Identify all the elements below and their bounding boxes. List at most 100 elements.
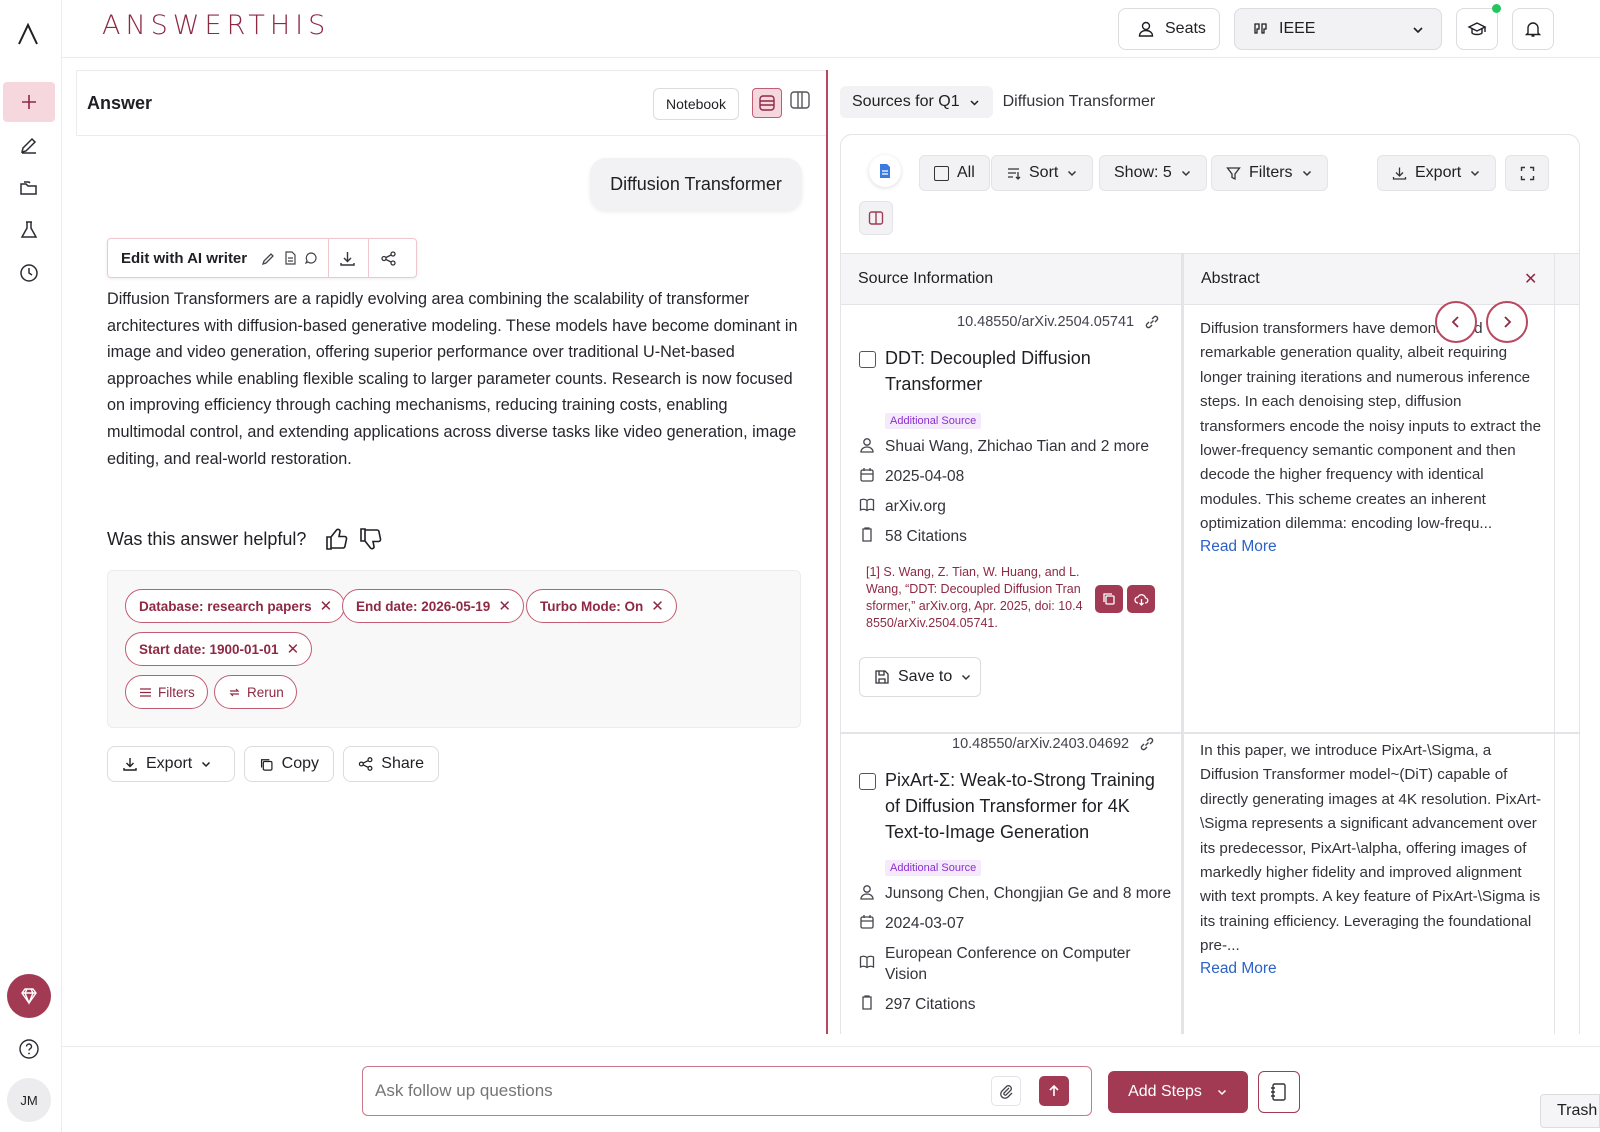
close-icon[interactable]: ✕ bbox=[320, 597, 333, 615]
document-view-button[interactable] bbox=[869, 155, 901, 187]
diamond-icon bbox=[21, 988, 37, 1005]
save-to-button[interactable]: Save to bbox=[859, 657, 981, 697]
source-checkbox[interactable] bbox=[859, 351, 876, 368]
rerun-button[interactable]: Rerun bbox=[214, 675, 297, 709]
library-button[interactable] bbox=[3, 168, 55, 208]
source-date: 2025-04-08 bbox=[859, 466, 964, 487]
export-citation-button[interactable] bbox=[1127, 585, 1155, 613]
close-icon[interactable]: ✕ bbox=[498, 597, 511, 615]
copy-citation-button[interactable] bbox=[1095, 585, 1123, 613]
save-to-label: Save to bbox=[898, 668, 953, 685]
chevron-down-icon bbox=[1068, 170, 1077, 177]
send-button[interactable] bbox=[1039, 1076, 1069, 1106]
document-icon bbox=[880, 164, 890, 178]
academic-button[interactable] bbox=[1456, 4, 1501, 50]
answer-pane-header: Answer Notebook bbox=[76, 70, 826, 136]
close-icon[interactable]: ✕ bbox=[1524, 269, 1537, 289]
sources-question-select[interactable]: Sources for Q1 bbox=[840, 86, 993, 118]
thumbs-down-icon[interactable] bbox=[358, 526, 384, 552]
brand-logo[interactable]: ANSWERTHIS bbox=[102, 10, 330, 41]
pencil-icon bbox=[262, 252, 275, 265]
read-more-link[interactable]: Read More bbox=[1200, 538, 1277, 556]
authors-text: Shuai Wang, Zhichao Tian and 2 more bbox=[885, 438, 1149, 455]
help-button[interactable] bbox=[18, 1038, 40, 1060]
divider bbox=[328, 238, 330, 278]
filter-chip-start-date[interactable]: Start date: 1900-01-01 ✕ bbox=[125, 632, 313, 666]
close-icon[interactable]: ✕ bbox=[651, 597, 664, 615]
source-title[interactable]: PixArt-Σ: Weak-to-Strong Training of Dif… bbox=[885, 767, 1173, 845]
split-layout-button[interactable] bbox=[789, 89, 811, 111]
seats-button[interactable]: Seats bbox=[1118, 8, 1220, 50]
download-icon bbox=[1392, 167, 1407, 180]
chevron-down-icon bbox=[202, 761, 211, 768]
select-all-button[interactable]: All bbox=[919, 155, 990, 191]
previous-button[interactable] bbox=[1435, 301, 1477, 343]
notebook-button[interactable]: Notebook bbox=[653, 88, 739, 120]
attach-button[interactable] bbox=[991, 1076, 1021, 1106]
follow-up-input[interactable] bbox=[375, 1077, 955, 1105]
thumbs-up-icon[interactable] bbox=[324, 526, 350, 552]
new-thread-button[interactable] bbox=[3, 82, 55, 122]
show-count-button[interactable]: Show: 5 bbox=[1099, 155, 1207, 191]
stacked-layout-button[interactable] bbox=[752, 88, 782, 118]
chevron-down-icon bbox=[1413, 27, 1423, 34]
filters-button[interactable]: Filters bbox=[125, 675, 208, 709]
chip-label: Start date: 1900-01-01 bbox=[139, 641, 279, 657]
filter-chip-turbo-mode[interactable]: Turbo Mode: On ✕ bbox=[526, 589, 677, 623]
share-label: Share bbox=[381, 755, 424, 772]
write-button[interactable] bbox=[3, 125, 55, 165]
calendar-icon bbox=[860, 915, 874, 929]
sort-button[interactable]: Sort bbox=[991, 155, 1094, 191]
chevron-left-icon bbox=[1451, 316, 1459, 328]
upgrade-button[interactable] bbox=[7, 974, 51, 1018]
user-icon bbox=[860, 885, 874, 900]
column-toggle-button[interactable] bbox=[859, 201, 893, 235]
edit-with-ai-writer-button[interactable]: Edit with AI writer bbox=[121, 250, 247, 267]
checkbox-icon bbox=[934, 165, 949, 181]
source-export-button[interactable]: Export bbox=[1377, 155, 1497, 191]
next-button[interactable] bbox=[1486, 301, 1528, 343]
source-venue: European Conference on Computer Vision bbox=[859, 943, 1159, 985]
notebook-toggle-button[interactable] bbox=[1258, 1071, 1300, 1113]
cloud-download-icon bbox=[1133, 593, 1148, 606]
abstract-text: Diffusion transformers have demonstrated… bbox=[1200, 320, 1542, 533]
filter-chip-end-date[interactable]: End date: 2026-05-19 ✕ bbox=[342, 589, 524, 623]
export-button[interactable]: Export bbox=[107, 746, 235, 782]
book-icon bbox=[859, 955, 875, 969]
close-icon[interactable]: ✕ bbox=[287, 640, 300, 658]
abstract-text: In this paper, we introduce PixArt-\Sigm… bbox=[1200, 742, 1542, 955]
avatar[interactable]: JM bbox=[7, 1078, 51, 1122]
left-rail: JM bbox=[0, 0, 62, 1132]
add-steps-button[interactable]: Add Steps bbox=[1108, 1071, 1248, 1113]
lab-button[interactable] bbox=[3, 210, 55, 250]
source-checkbox[interactable] bbox=[859, 773, 876, 790]
sources-header: Sources for Q1 Diffusion Transformer bbox=[840, 86, 1155, 118]
history-button[interactable] bbox=[3, 253, 55, 293]
link-icon bbox=[1145, 315, 1159, 329]
chip-label: Database: research papers bbox=[139, 598, 312, 614]
doi-link[interactable]: 10.48550/arXiv.2403.04692 bbox=[952, 736, 1155, 752]
doi-text: 10.48550/arXiv.2403.04692 bbox=[952, 736, 1130, 752]
filter-chip-database[interactable]: Database: research papers ✕ bbox=[125, 589, 346, 623]
date-text: 2025-04-08 bbox=[885, 468, 965, 485]
composer-divider bbox=[62, 1046, 1600, 1047]
source-filters-button[interactable]: Filters bbox=[1211, 155, 1328, 191]
expand-button[interactable] bbox=[1505, 155, 1549, 191]
app-logo-mark[interactable] bbox=[16, 22, 40, 46]
source-authors: Shuai Wang, Zhichao Tian and 2 more bbox=[859, 436, 1149, 457]
read-more-link[interactable]: Read More bbox=[1200, 960, 1277, 978]
doi-link[interactable]: 10.48550/arXiv.2504.05741 bbox=[957, 314, 1160, 330]
bell-icon bbox=[1524, 22, 1542, 37]
sliders-icon bbox=[140, 687, 151, 697]
expand-icon bbox=[1520, 166, 1534, 180]
venue-text: European Conference on Computer Vision bbox=[885, 945, 1131, 983]
citation-style-select[interactable]: IEEE bbox=[1234, 8, 1442, 50]
clock-icon bbox=[20, 264, 38, 282]
folders-icon bbox=[20, 181, 37, 195]
chip-label: Turbo Mode: On bbox=[540, 598, 644, 614]
source-title[interactable]: DDT: Decoupled Diffusion Transformer bbox=[885, 345, 1145, 397]
copy-button[interactable]: Copy bbox=[244, 746, 334, 782]
share-button[interactable]: Share bbox=[343, 746, 439, 782]
notifications-button[interactable] bbox=[1512, 8, 1554, 50]
citation-text: [1] S. Wang, Z. Tian, W. Huang, and L. W… bbox=[866, 565, 1083, 630]
